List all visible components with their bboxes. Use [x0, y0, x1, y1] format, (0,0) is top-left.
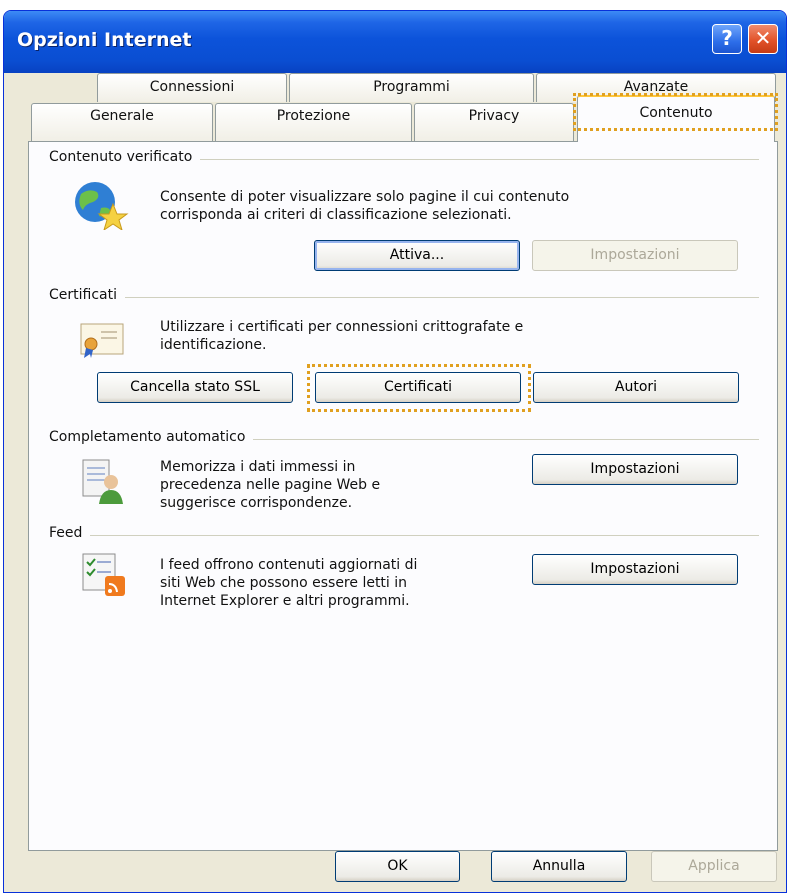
tab-protezione[interactable]: Protezione: [215, 103, 412, 141]
desc-line: Memorizza i dati immessi in: [160, 459, 356, 475]
desc-line: I feed offrono contenuti aggiornati di: [160, 557, 418, 573]
clear-ssl-button[interactable]: Cancella stato SSL: [97, 372, 293, 403]
desc-line: corrisponda ai criteri di classificazion…: [160, 207, 512, 223]
desc-line: Internet Explorer e altri programmi.: [160, 593, 410, 609]
content-tab-panel: Contenuto verificato Consente di poter v…: [28, 141, 778, 851]
cancel-button[interactable]: Annulla: [491, 851, 627, 882]
autocomplete-description: Memorizza i dati immessi in precedenza n…: [160, 458, 380, 512]
window-title: Opzioni Internet: [17, 29, 192, 51]
content-settings-button[interactable]: Impostazioni: [532, 240, 738, 271]
help-button[interactable]: ?: [712, 24, 742, 54]
certificates-description: Utilizzare i certificati per connessioni…: [160, 318, 523, 354]
content-advisor-label: Contenuto verificato: [49, 149, 201, 165]
autocomplete-label: Completamento automatico: [49, 429, 254, 445]
desc-line: identificazione.: [160, 337, 267, 353]
title-bar[interactable]: Opzioni Internet ? ✕: [4, 11, 786, 73]
tab-connessioni[interactable]: Connessioni: [97, 73, 287, 102]
divider: [49, 297, 759, 298]
apply-button[interactable]: Applica: [651, 851, 777, 882]
desc-line: suggerisce corrispondenze.: [160, 495, 353, 511]
internet-options-dialog: Opzioni Internet ? ✕ Connessioni Program…: [3, 10, 787, 893]
desc-line: Utilizzare i certificati per connessioni…: [160, 319, 524, 335]
content-advisor-icon: [75, 182, 129, 230]
certificate-icon: [80, 323, 124, 358]
feeds-settings-button[interactable]: Impostazioni: [532, 554, 738, 585]
content-advisor-description: Consente di poter visualizzare solo pagi…: [160, 188, 569, 224]
desc-line: precedenza nelle pagine Web e: [160, 477, 381, 493]
divider: [49, 535, 759, 536]
feeds-label: Feed: [49, 525, 91, 541]
desc-line: siti Web che possono essere letti in: [160, 575, 408, 591]
tab-contenuto[interactable]: Contenuto: [577, 95, 775, 142]
publishers-button[interactable]: Autori: [533, 372, 739, 403]
tab-privacy[interactable]: Privacy: [414, 103, 574, 141]
ok-button[interactable]: OK: [335, 851, 460, 882]
autocomplete-icon: [82, 459, 123, 504]
certificates-button[interactable]: Certificati: [315, 372, 521, 403]
feeds-icon: [82, 553, 125, 596]
feeds-description: I feed offrono contenuti aggiornati di s…: [160, 556, 417, 610]
tab-generale[interactable]: Generale: [31, 103, 213, 141]
close-button[interactable]: ✕: [748, 24, 778, 54]
enable-button[interactable]: Attiva...: [314, 240, 520, 271]
desc-line: Consente di poter visualizzare solo pagi…: [160, 189, 570, 205]
tab-programmi[interactable]: Programmi: [289, 73, 534, 102]
certificates-label: Certificati: [49, 287, 125, 303]
autocomplete-settings-button[interactable]: Impostazioni: [532, 454, 738, 485]
